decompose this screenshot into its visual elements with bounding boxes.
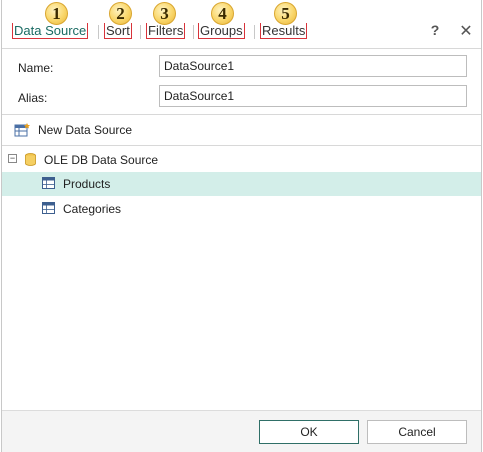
tab-results[interactable]: Results — [260, 23, 308, 39]
tree-item-categories[interactable]: Categories — [2, 197, 481, 221]
tab-sort[interactable]: Sort — [104, 23, 132, 39]
tree-item-label: Categories — [63, 202, 122, 216]
step-badge-3: 3 — [153, 2, 176, 25]
tab-data-source[interactable]: Data Source — [12, 23, 89, 39]
table-icon — [42, 177, 55, 189]
tree-item-label: Products — [63, 177, 111, 191]
cancel-button[interactable]: Cancel — [367, 420, 467, 444]
divider — [2, 114, 481, 115]
tab-groups[interactable]: Groups — [198, 23, 245, 39]
alias-field[interactable] — [159, 85, 467, 107]
divider — [2, 145, 481, 146]
step-badge-4: 4 — [211, 2, 234, 25]
tab-separator — [254, 25, 255, 39]
tab-separator — [140, 25, 141, 39]
step-badge-5: 5 — [274, 2, 297, 25]
help-button[interactable]: ? — [427, 22, 443, 38]
new-data-source-icon — [14, 123, 30, 137]
dialog-footer: OK Cancel — [2, 410, 481, 452]
ok-button[interactable]: OK — [259, 420, 359, 444]
tab-bar: 1 2 3 4 5 Data Source Sort Filters Group… — [2, 0, 481, 48]
tree-root-label: OLE DB Data Source — [44, 153, 159, 167]
tree-item-products[interactable]: Products — [2, 172, 481, 196]
divider — [2, 48, 481, 49]
tree-root-row[interactable]: − OLE DB Data Source — [2, 148, 481, 172]
name-field[interactable] — [159, 55, 467, 77]
tab-separator — [98, 25, 99, 39]
close-button[interactable]: ✕ — [458, 21, 474, 41]
collapse-toggle[interactable]: − — [8, 154, 17, 163]
query-builder-dialog: 1 2 3 4 5 Data Source Sort Filters Group… — [1, 0, 482, 452]
table-icon — [42, 202, 55, 214]
step-badge-2: 2 — [109, 2, 132, 25]
new-data-source-button[interactable]: New Data Source — [14, 120, 132, 140]
tab-separator — [193, 25, 194, 39]
alias-label: Alias: — [18, 91, 48, 105]
new-data-source-label: New Data Source — [38, 123, 133, 137]
tab-filters[interactable]: Filters — [146, 23, 186, 39]
name-label: Name: — [18, 61, 54, 75]
database-icon — [25, 153, 36, 166]
step-badge-1: 1 — [45, 2, 68, 25]
